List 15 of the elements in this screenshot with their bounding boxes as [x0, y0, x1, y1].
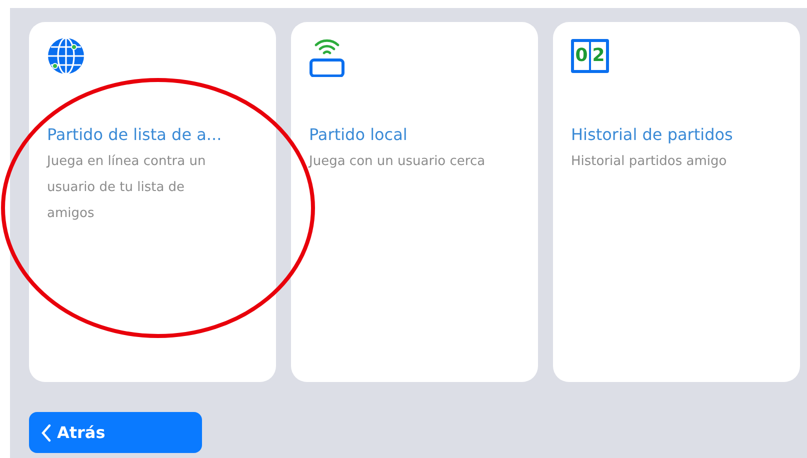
card-title: Historial de partidos	[571, 124, 734, 146]
card-title: Partido de lista de a...	[47, 124, 223, 146]
score-digit: 0	[574, 42, 589, 70]
score-digit: 2	[591, 42, 606, 70]
option-card[interactable]: 0 2 Historial de partidos Historial partidos amigo	[553, 22, 800, 382]
option-card[interactable]: Partido local Juega con un usuario cerca	[291, 22, 538, 382]
card-description: Juega con un usuario cerca	[309, 153, 486, 171]
wifi-device-icon	[309, 37, 345, 77]
back-button[interactable]: Atrás	[29, 412, 202, 453]
card-description: Historial partidos amigo	[571, 153, 728, 171]
globe-icon	[47, 37, 85, 75]
card-title: Partido local	[309, 124, 408, 146]
chevron-left-icon	[41, 424, 51, 442]
card-description: Juega en línea contra un usuario de tu lista de amigos	[47, 153, 207, 223]
option-card[interactable]: Partido de lista de a... Juega en línea contra un usuario de tu lista de amigos	[29, 22, 276, 382]
